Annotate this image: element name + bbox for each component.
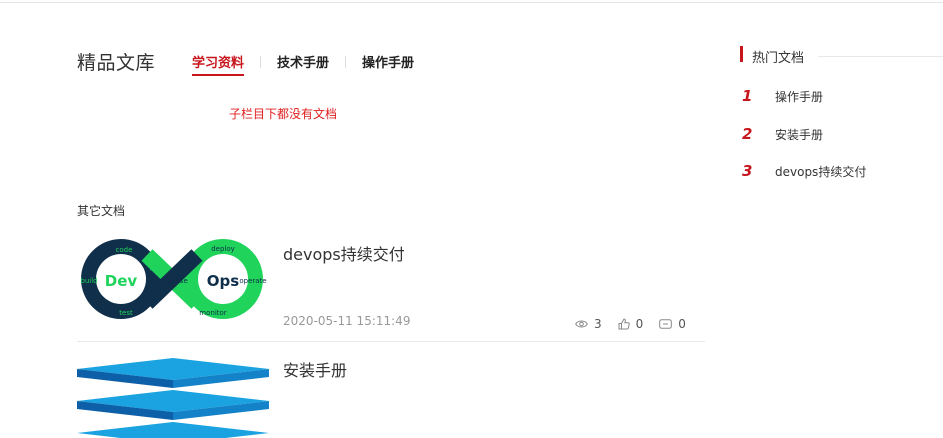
doc-title[interactable]: devops持续交付 bbox=[283, 241, 405, 265]
install-manual-thumbnail[interactable] bbox=[77, 353, 269, 438]
likes-stat[interactable]: 0 bbox=[618, 317, 644, 331]
doc-stats: 3 0 0 bbox=[575, 317, 702, 331]
comments-stat[interactable]: 0 bbox=[659, 317, 686, 331]
hot-doc-link[interactable]: 安装手册 bbox=[775, 126, 823, 143]
comments-count: 0 bbox=[678, 317, 686, 331]
hot-doc-rank: 2 bbox=[742, 125, 753, 143]
hot-docs-title: 热门文档 bbox=[752, 51, 805, 66]
thumb-label-test: test bbox=[119, 309, 133, 317]
thumb-label-code: code bbox=[116, 246, 133, 254]
thumb-label-release: release bbox=[162, 277, 188, 285]
tab-operation-manual[interactable]: 操作手册 bbox=[362, 52, 414, 76]
thumb-label-deploy: deploy bbox=[211, 245, 235, 253]
tab-study-materials[interactable]: 学习资料 bbox=[192, 52, 245, 76]
thumb-label-plan: plan bbox=[149, 263, 164, 271]
doc-title[interactable]: 安装手册 bbox=[283, 357, 347, 381]
tab-separator bbox=[345, 56, 347, 68]
hot-doc-link[interactable]: 操作手册 bbox=[775, 88, 823, 105]
hot-doc-item[interactable]: 3 devops持续交付 bbox=[740, 162, 866, 180]
top-divider bbox=[0, 2, 943, 3]
empty-message: 子栏目下都没有文档 bbox=[229, 107, 338, 121]
hot-doc-link[interactable]: devops持续交付 bbox=[775, 163, 866, 180]
eye-icon bbox=[575, 320, 588, 328]
hot-docs-accent-bar bbox=[740, 46, 743, 62]
thumb-dev-text: Dev bbox=[105, 272, 138, 290]
hot-doc-rank: 3 bbox=[742, 162, 753, 180]
doc-list-item: Dev Ops code plan build test release dep… bbox=[77, 237, 705, 342]
comment-icon bbox=[659, 318, 673, 329]
category-tabs: 学习资料 技术手册 操作手册 bbox=[192, 52, 414, 76]
thumb-label-monitor: monitor bbox=[199, 309, 227, 317]
devops-thumbnail[interactable]: Dev Ops code plan build test release dep… bbox=[77, 237, 269, 323]
hot-docs-divider bbox=[818, 56, 943, 57]
thumb-ops-text: Ops bbox=[207, 272, 239, 290]
library-title: 精品文库 bbox=[77, 52, 156, 74]
doc-list-item: 安装手册 bbox=[77, 353, 705, 438]
views-stat: 3 bbox=[575, 317, 602, 331]
hot-doc-rank: 1 bbox=[742, 87, 753, 105]
hot-doc-item[interactable]: 1 操作手册 bbox=[740, 87, 823, 105]
likes-count: 0 bbox=[635, 317, 644, 331]
thumb-label-operate: operate bbox=[239, 277, 266, 285]
thumbs-up-icon bbox=[618, 318, 630, 330]
thumb-label-build: build bbox=[80, 277, 97, 285]
tab-separator bbox=[260, 56, 262, 68]
tab-tech-manual[interactable]: 技术手册 bbox=[277, 52, 329, 76]
other-docs-title: 其它文档 bbox=[77, 204, 126, 218]
views-count: 3 bbox=[594, 317, 602, 331]
hot-doc-item[interactable]: 2 安装手册 bbox=[740, 125, 823, 143]
doc-date: 2020-05-11 15:11:49 bbox=[283, 314, 411, 328]
